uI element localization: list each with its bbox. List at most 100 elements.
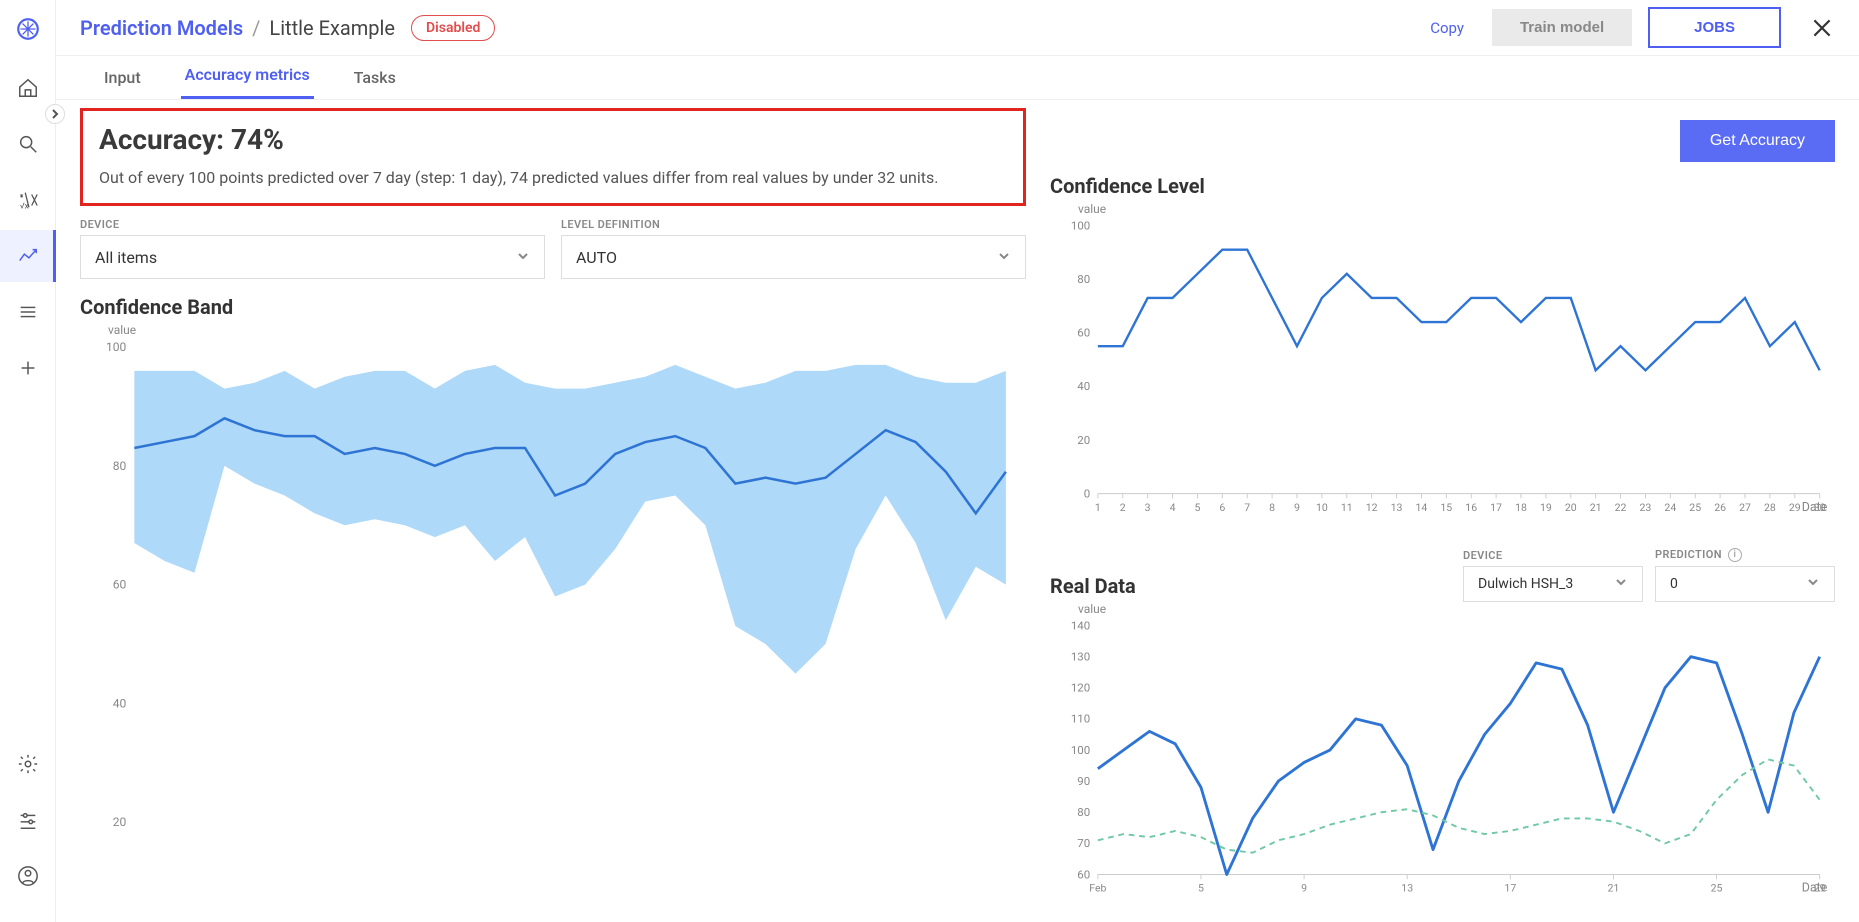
chevron-down-icon	[1614, 575, 1628, 593]
svg-text:22: 22	[1615, 501, 1627, 514]
info-icon[interactable]: i	[1728, 548, 1742, 562]
svg-text:23: 23	[1640, 501, 1652, 514]
accuracy-title: Accuracy: 74%	[99, 123, 1007, 156]
svg-text:4: 4	[1170, 501, 1176, 514]
svg-text:25: 25	[1711, 882, 1723, 895]
status-badge: Disabled	[411, 15, 495, 41]
confidence-band-chart: 0204060801001234567891011121314151617181…	[80, 337, 1026, 922]
nav-filters[interactable]	[0, 794, 56, 846]
nav-formula[interactable]: √x	[0, 174, 56, 226]
tab-accuracy-metrics[interactable]: Accuracy metrics	[181, 65, 314, 99]
svg-text:20: 20	[1565, 501, 1577, 514]
chevron-down-icon	[1806, 575, 1820, 593]
svg-text:27: 27	[1739, 501, 1751, 514]
realdata-device-select[interactable]: Dulwich HSH_3	[1463, 566, 1643, 602]
chevron-down-icon	[516, 248, 530, 267]
svg-text:6: 6	[1219, 501, 1225, 514]
realdata-prediction-label: PREDICTION i	[1655, 548, 1835, 562]
jobs-button[interactable]: JOBS	[1648, 7, 1781, 48]
nav-search[interactable]	[0, 118, 56, 170]
svg-text:14: 14	[1416, 501, 1428, 514]
nav-predictions[interactable]	[0, 230, 56, 282]
svg-text:60: 60	[1077, 867, 1090, 881]
svg-text:80: 80	[1077, 805, 1090, 819]
svg-text:140: 140	[1071, 618, 1090, 632]
svg-text:Date: Date	[1802, 881, 1828, 896]
svg-text:70: 70	[1077, 836, 1090, 850]
svg-text:100: 100	[106, 340, 127, 354]
svg-text:20: 20	[113, 815, 127, 829]
realdata-prediction-value: 0	[1670, 576, 1678, 592]
realdata-prediction-select[interactable]: 0	[1655, 566, 1835, 602]
real-data-title: Real Data	[1050, 574, 1443, 598]
left-nav-rail: √x	[0, 0, 56, 922]
svg-text:√x: √x	[19, 201, 28, 211]
breadcrumb-current: Little Example	[269, 16, 395, 40]
svg-text:90: 90	[1077, 774, 1090, 788]
svg-text:120: 120	[1071, 681, 1090, 695]
tabs: Input Accuracy metrics Tasks	[56, 56, 1859, 100]
svg-text:16: 16	[1465, 501, 1477, 514]
breadcrumb-root[interactable]: Prediction Models	[80, 16, 243, 40]
svg-text:8: 8	[1269, 501, 1275, 514]
device-select[interactable]: All items	[80, 235, 545, 279]
train-model-button[interactable]: Train model	[1492, 9, 1632, 46]
svg-text:17: 17	[1490, 501, 1502, 514]
nav-add[interactable]	[0, 342, 56, 394]
svg-text:Date: Date	[1802, 500, 1828, 515]
breadcrumb: Prediction Models / Little Example	[80, 16, 395, 40]
svg-text:11: 11	[1341, 501, 1353, 514]
confidence-level-chart: 0204060801001234567891011121314151617181…	[1050, 216, 1835, 532]
device-filter-label: DEVICE	[80, 218, 545, 231]
confidence-band-ylabel: value	[108, 323, 1026, 337]
svg-text:17: 17	[1504, 882, 1516, 895]
real-data-chart: 60708090100110120130140Feb591317212529Da…	[1050, 616, 1835, 913]
close-button[interactable]	[1809, 15, 1835, 41]
device-select-value: All items	[95, 248, 157, 267]
svg-text:1: 1	[1095, 501, 1101, 514]
accuracy-summary: Accuracy: 74% Out of every 100 points pr…	[80, 108, 1026, 206]
get-accuracy-button[interactable]: Get Accuracy	[1680, 120, 1835, 162]
expand-rail-button[interactable]	[45, 104, 65, 124]
svg-text:9: 9	[1301, 882, 1307, 895]
svg-text:40: 40	[1077, 379, 1090, 393]
svg-text:80: 80	[113, 459, 127, 473]
svg-text:24: 24	[1664, 501, 1676, 514]
level-select[interactable]: AUTO	[561, 235, 1026, 279]
svg-text:60: 60	[113, 578, 127, 592]
svg-text:5: 5	[1198, 882, 1204, 895]
svg-text:9: 9	[1294, 501, 1300, 514]
svg-text:10: 10	[1316, 501, 1328, 514]
svg-text:2: 2	[1120, 501, 1126, 514]
svg-text:25: 25	[1689, 501, 1701, 514]
realdata-device-value: Dulwich HSH_3	[1478, 576, 1573, 592]
svg-text:100: 100	[1071, 218, 1090, 232]
svg-text:19: 19	[1540, 501, 1552, 514]
svg-text:7: 7	[1244, 501, 1250, 514]
level-select-value: AUTO	[576, 248, 617, 267]
confidence-band-title: Confidence Band	[80, 295, 1026, 319]
svg-text:15: 15	[1440, 501, 1452, 514]
accuracy-subtitle: Out of every 100 points predicted over 7…	[99, 168, 1007, 187]
confidence-level-title: Confidence Level	[1050, 174, 1835, 198]
svg-text:13: 13	[1401, 882, 1413, 895]
nav-list[interactable]	[0, 286, 56, 338]
svg-text:26: 26	[1714, 501, 1726, 514]
svg-text:100: 100	[1071, 743, 1090, 757]
svg-text:Feb: Feb	[1089, 882, 1106, 895]
realdata-device-label: DEVICE	[1463, 549, 1643, 562]
nav-profile[interactable]	[0, 850, 56, 902]
nav-settings[interactable]	[0, 738, 56, 790]
svg-text:60: 60	[1077, 326, 1090, 340]
chevron-down-icon	[997, 248, 1011, 267]
svg-text:18: 18	[1515, 501, 1527, 514]
svg-text:3: 3	[1145, 501, 1151, 514]
tab-input[interactable]: Input	[100, 68, 145, 99]
copy-button[interactable]: Copy	[1430, 19, 1464, 37]
real-data-ylabel: value	[1078, 602, 1835, 616]
tab-tasks[interactable]: Tasks	[350, 68, 400, 99]
svg-text:21: 21	[1590, 501, 1602, 514]
svg-text:29: 29	[1789, 501, 1801, 514]
svg-text:0: 0	[1084, 486, 1090, 500]
level-filter-label: LEVEL DEFINITION	[561, 218, 1026, 231]
